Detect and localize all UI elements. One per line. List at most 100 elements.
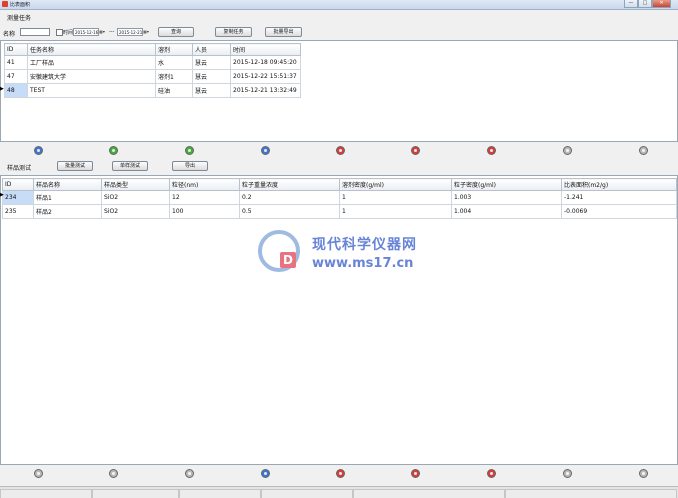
- indicator-led-icon: [487, 146, 496, 155]
- logo-letter: D: [280, 252, 296, 268]
- column-header[interactable]: 溶剂: [155, 43, 193, 56]
- window-title: 比表面积: [10, 2, 31, 8]
- table-row[interactable]: 47 安徽建筑大学 溶剂1 慧云 2015-12-22 15:51:37: [4, 69, 301, 84]
- indicator-led-icon: [109, 146, 118, 155]
- app-icon: [2, 1, 8, 7]
- export-button[interactable]: 导出: [172, 161, 208, 171]
- indicator-led-icon: [411, 146, 420, 155]
- copy-task-button[interactable]: 复制任务: [215, 27, 252, 37]
- cell[interactable]: 234: [2, 190, 34, 205]
- cell[interactable]: 样品2: [33, 204, 102, 219]
- indicator-led-icon: [261, 146, 270, 155]
- indicator-led-icon: [639, 146, 648, 155]
- indicator-led-icon: [34, 469, 43, 478]
- sample-section-heading: 样品测试: [7, 165, 32, 172]
- cell[interactable]: 慧云: [192, 69, 231, 84]
- title-bar: 比表面积 — □ ✕: [0, 0, 678, 10]
- indicator-row: [0, 464, 678, 483]
- status-bar: [0, 486, 678, 498]
- batch-test-button[interactable]: 批量测试: [57, 161, 93, 171]
- row-pointer-icon: ▶: [0, 86, 4, 92]
- cell[interactable]: SiO2: [101, 190, 170, 205]
- column-header[interactable]: 粒径(nm): [169, 178, 240, 191]
- query-button[interactable]: 查询: [158, 27, 194, 37]
- column-header[interactable]: 粒子重量浓度: [239, 178, 340, 191]
- date-separator: ---: [109, 29, 115, 35]
- watermark: D 现代科学仪器网 www.ms17.cn: [258, 230, 438, 278]
- cell[interactable]: 慧云: [192, 83, 231, 98]
- minimize-button[interactable]: —: [624, 0, 638, 8]
- cell[interactable]: 0.2: [239, 190, 340, 205]
- column-header[interactable]: ID: [4, 43, 28, 56]
- column-header[interactable]: 任务名称: [27, 43, 156, 56]
- date-from-field[interactable]: 2015-12-16: [73, 28, 99, 36]
- row-pointer-icon: ▶: [0, 192, 4, 198]
- cell[interactable]: 12: [169, 190, 240, 205]
- close-button[interactable]: ✕: [652, 0, 671, 8]
- column-header[interactable]: 样品名称: [33, 178, 102, 191]
- cell[interactable]: 2015-12-21 13:32:49: [230, 83, 301, 98]
- column-header[interactable]: 溶剂密度(g/ml): [339, 178, 452, 191]
- cell[interactable]: 1: [339, 190, 452, 205]
- cell[interactable]: 慧云: [192, 55, 231, 70]
- cell[interactable]: 安徽建筑大学: [27, 69, 156, 84]
- indicator-led-icon: [639, 469, 648, 478]
- watermark-site-name: 现代科学仪器网: [312, 237, 417, 253]
- indicator-led-icon: [563, 469, 572, 478]
- indicator-led-icon: [336, 469, 345, 478]
- calendar-dropdown-icon[interactable]: ▦▾: [99, 28, 105, 35]
- time-label: 时间: [63, 30, 74, 36]
- cell[interactable]: TEST: [27, 83, 156, 98]
- cell[interactable]: 溶剂1: [155, 69, 193, 84]
- cell[interactable]: 0.5: [239, 204, 340, 219]
- cell[interactable]: 1.003: [451, 190, 562, 205]
- cell[interactable]: 100: [169, 204, 240, 219]
- column-header[interactable]: 样品类型: [101, 178, 170, 191]
- cell[interactable]: -1.241: [561, 190, 677, 205]
- time-filter-checkbox[interactable]: [56, 29, 63, 36]
- column-header[interactable]: 时间: [230, 43, 301, 56]
- indicator-led-icon: [185, 146, 194, 155]
- table-header-row: ID 样品名称 样品类型 粒径(nm) 粒子重量浓度 溶剂密度(g/ml) 粒子…: [2, 178, 677, 191]
- date-to-field[interactable]: 2015-12-21: [117, 28, 143, 36]
- indicator-led-icon: [261, 469, 270, 478]
- cell[interactable]: 工厂样品: [27, 55, 156, 70]
- cell[interactable]: 235: [2, 204, 34, 219]
- cell[interactable]: SiO2: [101, 204, 170, 219]
- cell[interactable]: 1: [339, 204, 452, 219]
- column-header[interactable]: 人员: [192, 43, 231, 56]
- column-header[interactable]: ID: [2, 178, 34, 191]
- column-header[interactable]: 粒子密度(g/ml): [451, 178, 562, 191]
- table-row[interactable]: 41 工厂样品 水 慧云 2015-12-18 09:45:20: [4, 55, 301, 70]
- calendar-dropdown-icon[interactable]: ▦▾: [143, 28, 149, 35]
- cell[interactable]: 2015-12-22 15:51:37: [230, 69, 301, 84]
- table-row[interactable]: 235 样品2 SiO2 100 0.5 1 1.004 -0.0069: [2, 204, 677, 219]
- indicator-led-icon: [34, 146, 43, 155]
- task-table: ID 任务名称 溶剂 人员 时间 41 工厂样品 水 慧云 2015-12-18…: [4, 43, 301, 98]
- table-header-row: ID 任务名称 溶剂 人员 时间: [4, 43, 301, 56]
- single-test-button[interactable]: 单样测试: [112, 161, 148, 171]
- indicator-led-icon: [563, 146, 572, 155]
- cell[interactable]: 47: [4, 69, 28, 84]
- cell[interactable]: -0.0069: [561, 204, 677, 219]
- cell[interactable]: 硅油: [155, 83, 193, 98]
- table-row[interactable]: 234 样品1 SiO2 12 0.2 1 1.003 -1.241: [2, 190, 677, 205]
- indicator-row: [0, 141, 678, 160]
- cell[interactable]: 2015-12-18 09:45:20: [230, 55, 301, 70]
- name-label: 名称: [3, 31, 16, 38]
- cell[interactable]: 样品1: [33, 190, 102, 205]
- batch-export-button[interactable]: 批量导出: [265, 27, 302, 37]
- cell[interactable]: 48: [4, 83, 28, 98]
- maximize-button[interactable]: □: [638, 0, 652, 8]
- cell[interactable]: 41: [4, 55, 28, 70]
- indicator-led-icon: [336, 146, 345, 155]
- cell[interactable]: 水: [155, 55, 193, 70]
- name-input[interactable]: [20, 28, 50, 36]
- indicator-led-icon: [185, 469, 194, 478]
- sample-table: ID 样品名称 样品类型 粒径(nm) 粒子重量浓度 溶剂密度(g/ml) 粒子…: [2, 178, 677, 219]
- column-header[interactable]: 比表面积(m2/g): [561, 178, 677, 191]
- task-section-heading: 测量任务: [7, 15, 32, 22]
- cell[interactable]: 1.004: [451, 204, 562, 219]
- table-row[interactable]: 48 TEST 硅油 慧云 2015-12-21 13:32:49: [4, 83, 301, 98]
- indicator-led-icon: [109, 469, 118, 478]
